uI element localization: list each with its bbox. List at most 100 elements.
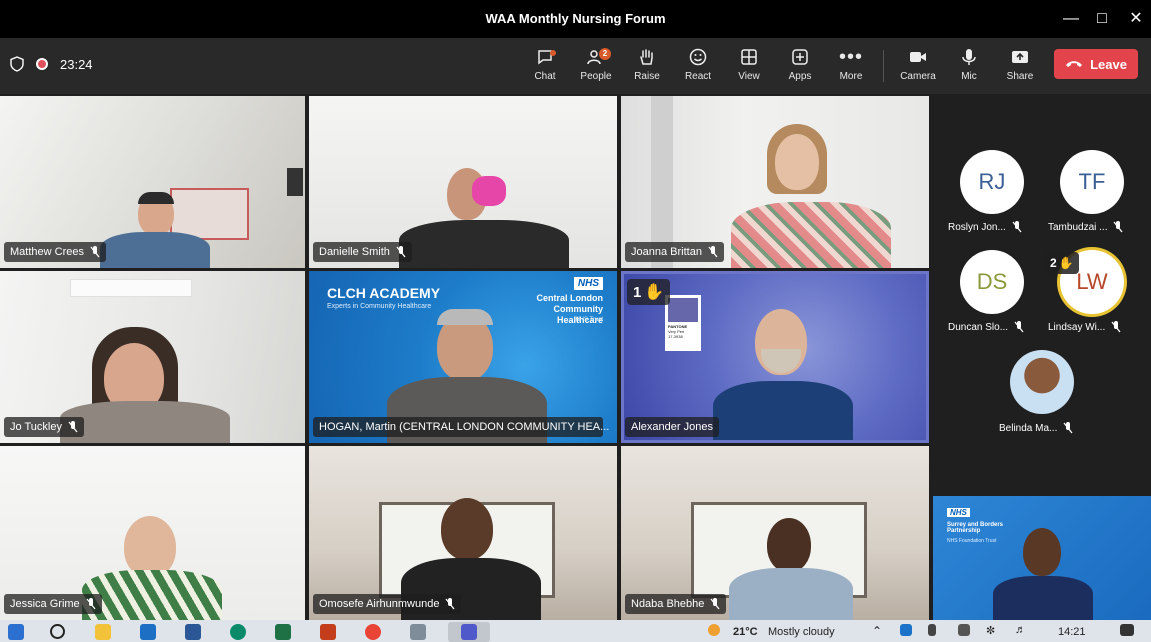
chat-label: Chat [534,71,556,82]
apps-button[interactable]: Apps [777,46,823,82]
participant-body [100,232,210,268]
outlook-icon[interactable] [140,624,156,640]
raised-hand-indicator: 1 ✋ [627,279,671,305]
mic-muted-icon [1113,221,1123,233]
trust-name: Surrey and Borders Partnership [947,522,1004,534]
participant-label: Belinda Ma... [999,422,1073,434]
chat-unread-dot [550,50,556,56]
mic-muted-icon [1063,422,1073,434]
network-icon[interactable] [958,624,970,636]
pantone-swatch [668,298,698,322]
meeting-status: 23:24 [10,56,93,72]
volume-icon[interactable]: ♬ [1015,624,1026,636]
video-tile[interactable]: Jo Tuckley [0,271,305,443]
participant-avatar[interactable]: DS [960,250,1024,314]
video-tile[interactable]: Omosefe Airhunmwunde [309,446,617,620]
participant-name: Belinda Ma... [999,422,1058,434]
video-tile[interactable]: PANTONE Very Peri 17-3938 1 ✋ Alexander J… [621,271,929,443]
share-button[interactable]: Share [997,46,1043,82]
participant-avatar-photo[interactable] [1010,350,1074,414]
clock[interactable]: 14:21 [1058,626,1086,638]
weather-icon [708,624,720,636]
plus-icon [777,46,823,68]
clch-logo: CLCH ACADEMY [327,285,441,301]
trust-subtitle: NHS Trust [575,317,603,323]
video-tile[interactable]: Danielle Smith [309,96,617,268]
chrome-icon[interactable] [365,624,381,640]
participant-body [731,202,891,268]
edge-icon[interactable] [230,624,246,640]
video-tile[interactable]: Matthew Crees [0,96,305,268]
shield-icon[interactable] [10,56,24,72]
name-label: Alexander Jones [625,417,719,437]
share-label: Share [1006,71,1034,82]
raised-hand-icon: ✋ [644,284,665,301]
participant-name: Lindsay Wi... [1048,321,1106,333]
recording-icon [36,58,48,70]
view-button[interactable]: View [726,46,772,82]
participant-name: Alexander Jones [631,421,713,433]
participant-hair [437,309,493,325]
more-button[interactable]: ••• More [828,45,874,83]
usb-icon[interactable] [928,624,936,636]
camera-icon [895,46,941,68]
people-count-badge: 2 [599,48,611,60]
participant-name: Jo Tuckley [10,421,62,433]
self-view-tile[interactable]: NHS Surrey and Borders Partnership NHS F… [933,496,1151,620]
weather-condition[interactable]: Mostly cloudy [768,626,835,638]
teams-app-active[interactable] [448,622,490,642]
video-stage: Matthew Crees Danielle Smith Joanna Brit… [0,94,1151,620]
tray-app-icon[interactable] [900,624,912,636]
raise-hand-button[interactable]: Raise [624,46,670,82]
windows-start-icon[interactable] [8,624,24,640]
participant-name: Tambudzai ... [1048,221,1108,233]
store-icon[interactable] [410,624,426,640]
mic-label: Mic [961,71,977,82]
powerpoint-icon[interactable] [320,624,336,640]
participant-label: Tambudzai ... [1048,221,1123,233]
search-icon[interactable] [50,624,65,639]
participant-face [775,134,819,190]
video-tile[interactable]: CLCH ACADEMY Experts in Community Health… [309,271,617,443]
file-explorer-icon[interactable] [95,624,111,640]
weather-temperature[interactable]: 21°C [733,626,758,638]
chat-button[interactable]: Chat [522,46,568,82]
wifi-icon[interactable]: ✼ [986,624,995,637]
phone-hangup-icon [1066,61,1083,67]
raised-hand-icon: ✋ [1058,256,1074,270]
excel-icon[interactable] [275,624,291,640]
people-icon [573,46,619,68]
word-icon[interactable] [185,624,201,640]
participant-avatar[interactable]: RJ [960,150,1024,214]
close-button[interactable]: ✕ [1124,7,1148,31]
maximize-button[interactable]: □ [1090,7,1114,31]
taskbar: 21°C Mostly cloudy ⌃ ✼ ♬ 14:21 [0,620,1151,642]
trust-subtitle: NHS Foundation Trust [947,538,997,544]
notifications-icon[interactable] [1120,624,1134,636]
camera-button[interactable]: Camera [895,46,941,82]
more-label: More [839,71,863,82]
participant-name: Ndaba Bhebhe [631,598,705,610]
participant-name: Jessica Grime [10,598,80,610]
participant-avatar[interactable]: TF [1060,150,1124,214]
participant-head [441,498,493,560]
mic-muted-icon [1012,221,1022,233]
name-label: Jessica Grime [4,594,102,614]
react-button[interactable]: React [675,46,721,82]
raised-hand-order: 2 [1050,256,1057,270]
video-tile[interactable]: Jessica Grime [0,446,305,620]
avatar-initials: RJ [978,169,1006,194]
video-tile[interactable]: Ndaba Bhebhe [621,446,929,620]
chevron-up-icon[interactable]: ⌃ [872,624,882,638]
people-button[interactable]: 2 People [573,46,619,82]
participant-head [1023,528,1061,576]
participant-name: Joanna Brittan [631,246,702,258]
mic-button[interactable]: Mic [946,46,992,82]
participant-name: Roslyn Jon... [948,221,1006,233]
leave-button[interactable]: Leave [1054,49,1138,79]
participant-body [993,576,1093,620]
minimize-button[interactable]: — [1059,7,1083,31]
avatar-initials: LW [1076,269,1108,294]
video-tile[interactable]: Joanna Brittan [621,96,929,268]
more-icon: ••• [838,45,863,68]
